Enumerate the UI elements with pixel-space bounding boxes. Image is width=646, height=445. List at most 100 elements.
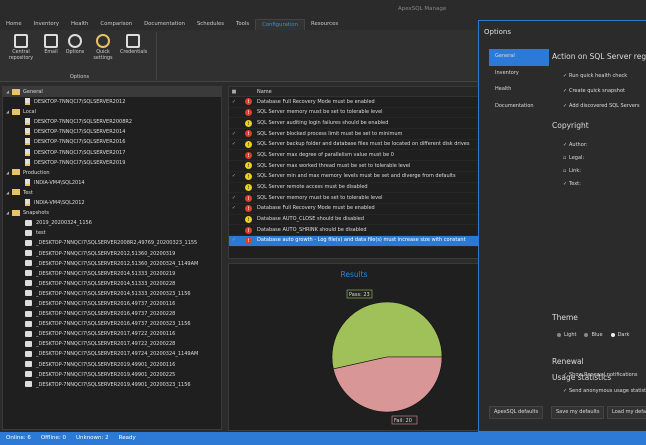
quick-settings-button[interactable]: Quick settings: [90, 34, 116, 62]
action-option[interactable]: ✓ Add discovered SQL Servers: [563, 103, 640, 109]
table-row[interactable]: ! SQL Server auditing login failures shou…: [229, 118, 479, 130]
usage-option[interactable]: ✓ Send anonymous usage statistics: [563, 388, 646, 394]
tab-schedules[interactable]: Schedules: [191, 19, 230, 30]
tab-configuration[interactable]: Configuration: [255, 19, 306, 30]
tab-tools[interactable]: Tools: [230, 19, 255, 30]
tab-home[interactable]: Home: [0, 19, 28, 30]
tab-comparison[interactable]: Comparison: [94, 19, 138, 30]
row-checkbox[interactable]: ✓: [229, 97, 239, 108]
high-severity-icon: !: [245, 109, 252, 117]
button-label: Options: [65, 50, 85, 55]
row-checkbox[interactable]: ✓: [229, 139, 239, 150]
table-row[interactable]: ✓! Database Full Recovery Mode must be en…: [229, 204, 479, 215]
central-repository-button[interactable]: Central repository: [6, 34, 36, 62]
tree-item-snapshot[interactable]: _DESKTOP-7NNQCI7\SQLSERVER2019,49901_202…: [3, 370, 221, 380]
table-row[interactable]: ✓! Database Full Recovery Mode must be en…: [229, 97, 479, 108]
credentials-button[interactable]: Credentials: [120, 34, 147, 56]
table-row[interactable]: ✓! Database auto growth - Log file(s) and…: [229, 235, 479, 247]
tree-item-folder[interactable]: ◢ Production: [3, 168, 221, 178]
tree-item-folder[interactable]: ◢ Local: [3, 107, 221, 117]
options-nav-health[interactable]: Health: [489, 82, 549, 99]
options-nav-inventory[interactable]: Inventory: [489, 66, 549, 83]
table-row[interactable]: ! SQL Server max worked thread must be se…: [229, 161, 479, 172]
tree-item-snapshot[interactable]: _DESKTOP-7NNQCI7\SQLSERVER2016,49737_202…: [3, 319, 221, 329]
tree-item-server[interactable]: DESKTOP-7NNQCI7\SQLSERVER2012: [3, 97, 221, 107]
apexsql-defaults-button[interactable]: ApexSQL defaults: [489, 406, 544, 419]
options-nav-documentation[interactable]: Documentation: [489, 99, 549, 116]
pie-slice-fail[interactable]: [332, 356, 443, 413]
tree-item-snapshot[interactable]: _DESKTOP-7NNQCI7\SQLSERVER2019,49901_202…: [3, 360, 221, 370]
tree-item-snapshot[interactable]: _DESKTOP-7NNQCI7\SQLSERVER2012,51360_202…: [3, 249, 221, 259]
row-checkbox[interactable]: ✓: [229, 171, 239, 182]
row-checkbox[interactable]: ✓: [229, 129, 239, 140]
tree-item-server[interactable]: DESKTOP-7NNQCI7\SQLSERVER2017: [3, 148, 221, 158]
options-nav-general[interactable]: General: [489, 49, 549, 66]
tree-item-server[interactable]: DESKTOP-7NNQCI7\SQLSERVER2014: [3, 127, 221, 137]
tree-item-snapshot[interactable]: _DESKTOP-7NNQCI7\SQLSERVER2017,49724_202…: [3, 349, 221, 359]
table-row[interactable]: ! Database AUTO_SHRINK should be disabled: [229, 225, 479, 236]
status-item: Unknown: 2: [76, 435, 109, 441]
tree-item-snapshot[interactable]: _DESKTOP-7NNQCI7\SQLSERVER2019,49901_202…: [3, 380, 221, 390]
tree-item-folder[interactable]: ◢ Test: [3, 188, 221, 198]
button-label: Quick settings: [93, 50, 113, 61]
theme-label: Blue: [591, 332, 603, 338]
theme-radio-blue[interactable]: [584, 332, 589, 337]
options-button[interactable]: Options: [62, 34, 88, 56]
tree-item-server[interactable]: DESKTOP-7NNQCI7\SQLSERVER2019: [3, 158, 221, 168]
table-row[interactable]: ! Database AUTO_CLOSE should be disabled: [229, 215, 479, 226]
table-row[interactable]: ✓! SQL Server memory must be set to toler…: [229, 193, 479, 204]
copyright-option[interactable]: ✓ Author:: [563, 142, 587, 148]
tree-item-snapshot[interactable]: _DESKTOP-7NNQCI7\SQLSERVER2012,51360_202…: [3, 259, 221, 269]
table-row[interactable]: ! SQL Server memory must be set to tolera…: [229, 108, 479, 119]
tab-inventory[interactable]: Inventory: [28, 19, 65, 30]
tree-item-label: DESKTOP-7NNQCI7\SQLSERVER2017: [34, 149, 126, 156]
tree-item-server[interactable]: DESKTOP-7NNQCI7\SQLSERVER2008R2: [3, 117, 221, 127]
copyright-option[interactable]: ✓ Text:: [563, 181, 581, 187]
table-row[interactable]: ✓! SQL Server backup folder and database …: [229, 140, 479, 151]
select-all-checkbox[interactable]: ■: [229, 87, 239, 96]
tree-item-snapshot[interactable]: test: [3, 228, 221, 238]
tree-item-snapshot[interactable]: _DESKTOP-7NNQCI7\SQLSERVER2017,49722_202…: [3, 329, 221, 339]
table-row[interactable]: ! SQL Server max degree of parallelism va…: [229, 150, 479, 162]
tree-item-snapshot[interactable]: _DESKTOP-7NNQCI7\SQLSERVER2014,51333_202…: [3, 269, 221, 279]
row-checkbox[interactable]: ✓: [229, 203, 239, 214]
status-bar: Online: 6 Offline: 0 Unknown: 2 Ready: [0, 432, 646, 445]
tree-item-snapshot[interactable]: _DESKTOP-7NNQCI7\SQLSERVER2016,49737_202…: [3, 309, 221, 319]
save-my-defaults-button[interactable]: Save my defaults: [551, 406, 605, 419]
row-checkbox[interactable]: ✓: [229, 235, 239, 246]
tree-item-folder[interactable]: ◢ General: [3, 87, 221, 98]
tab-resources[interactable]: Resources: [305, 19, 344, 30]
action-option[interactable]: ✓ Create quick snapshot: [563, 88, 625, 94]
tree-item-snapshot[interactable]: 2019_20200324_1156: [3, 218, 221, 228]
tree-item-server[interactable]: INDIA-VM4\SQL2014: [3, 178, 221, 188]
tree-item-server[interactable]: INDIA-VM4\SQL2012: [3, 198, 221, 208]
renewal-section-title: Renewal: [552, 357, 584, 366]
load-my-defaults-button[interactable]: Load my defaults: [607, 406, 646, 419]
row-checkbox[interactable]: ✓: [229, 193, 239, 204]
tree-item-folder[interactable]: ◢ Snapshots: [3, 208, 221, 218]
copyright-option[interactable]: ▫ Link:: [563, 168, 581, 174]
theme-label: Dark: [617, 332, 630, 338]
table-row[interactable]: ✓! SQL Server min and max memory levels m…: [229, 172, 479, 183]
table-row[interactable]: ✓! SQL Server blocked process limit must …: [229, 129, 479, 140]
status-item: Offline: 0: [40, 435, 66, 441]
server-tree[interactable]: ◢ General DESKTOP-7NNQCI7\SQLSERVER2012 ◢ Lo…: [2, 86, 222, 430]
table-row[interactable]: ! SQL Server remote access must be disabl…: [229, 183, 479, 194]
tree-item-snapshot[interactable]: _DESKTOP-7NNQCI7\SQLSERVER2017,49722_202…: [3, 339, 221, 349]
tree-item-snapshot[interactable]: _DESKTOP-7NNQCI7\SQLSERVER2014,51333_202…: [3, 289, 221, 299]
tree-item-label: General: [23, 89, 43, 95]
tab-health[interactable]: Health: [65, 19, 94, 30]
column-name[interactable]: Name: [257, 87, 272, 96]
tab-documentation[interactable]: Documentation: [138, 19, 191, 30]
tree-item-snapshot[interactable]: _DESKTOP-7NNQCI7\SQLSERVER2016,49737_202…: [3, 299, 221, 309]
theme-radio-dark[interactable]: [610, 332, 615, 337]
copyright-option[interactable]: ▫ Legal:: [563, 155, 584, 161]
email-button[interactable]: Email: [38, 34, 64, 56]
medium-severity-icon: !: [245, 162, 252, 170]
theme-radio-light[interactable]: [557, 332, 561, 337]
option-label: Link:: [569, 168, 581, 174]
tree-item-server[interactable]: DESKTOP-7NNQCI7\SQLSERVER2016: [3, 137, 221, 147]
tree-item-snapshot[interactable]: _DESKTOP-7NNQCI7\SQLSERVER2008R2,49769_2…: [3, 238, 221, 248]
action-option[interactable]: ✓ Run quick health check: [563, 73, 627, 79]
tree-item-snapshot[interactable]: _DESKTOP-7NNQCI7\SQLSERVER2014,51333_202…: [3, 279, 221, 289]
